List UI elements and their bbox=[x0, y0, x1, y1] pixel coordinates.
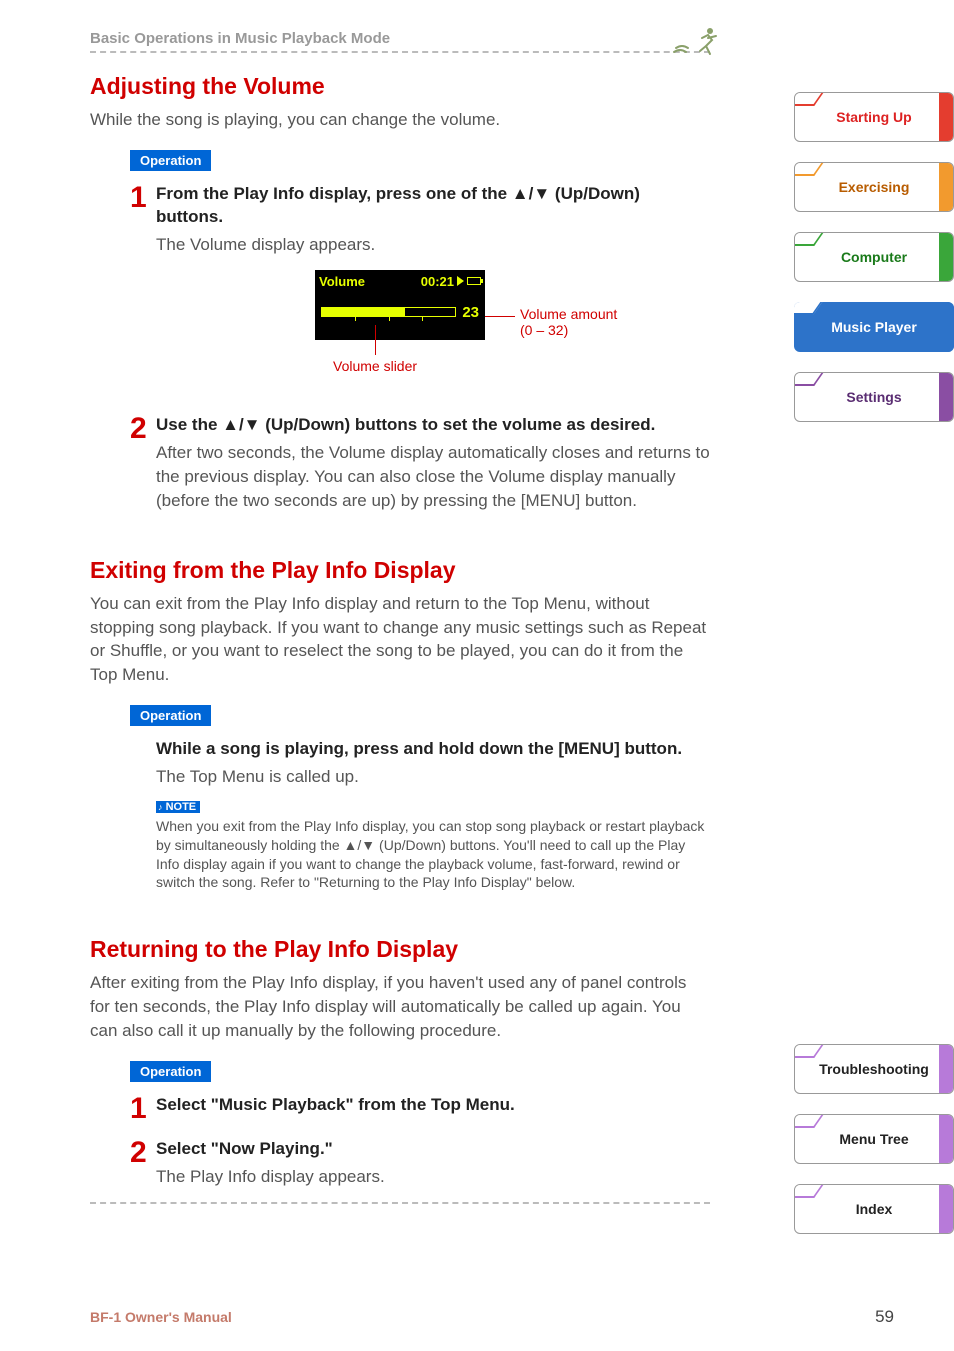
operation-label: Operation bbox=[130, 705, 211, 726]
tab-index[interactable]: Index bbox=[794, 1184, 954, 1234]
note-body: When you exit from the Play Info display… bbox=[156, 817, 710, 893]
step-number: 2 bbox=[130, 414, 156, 512]
step-desc: After two seconds, the Volume display au… bbox=[156, 441, 710, 512]
lcd-title: Volume bbox=[319, 274, 365, 289]
step-desc: The Top Menu is called up. bbox=[156, 765, 710, 789]
breadcrumb: Basic Operations in Music Playback Mode bbox=[90, 30, 710, 47]
step-desc: The Play Info display appears. bbox=[156, 1165, 710, 1189]
note-label: ♪ NOTE bbox=[156, 801, 200, 813]
step-number: 1 bbox=[130, 1094, 156, 1124]
battery-icon bbox=[467, 277, 481, 285]
step-title: From the Play Info display, press one of… bbox=[156, 183, 710, 229]
tab-troubleshooting[interactable]: Troubleshooting bbox=[794, 1044, 954, 1094]
step-title: Select "Now Playing." bbox=[156, 1138, 710, 1161]
annotation-amount: Volume amount bbox=[520, 306, 617, 322]
step-number bbox=[130, 738, 156, 892]
lcd-time: 00:21 bbox=[421, 274, 454, 289]
tab-label: Troubleshooting bbox=[819, 1061, 929, 1077]
tab-label: Index bbox=[856, 1201, 893, 1217]
play-icon bbox=[457, 276, 464, 286]
tab-starting-up[interactable]: Starting Up bbox=[794, 92, 954, 142]
operation-label: Operation bbox=[130, 150, 211, 171]
section-intro-exit: You can exit from the Play Info display … bbox=[90, 592, 710, 687]
section-title-volume: Adjusting the Volume bbox=[90, 73, 710, 100]
section-intro-volume: While the song is playing, you can chang… bbox=[90, 108, 710, 132]
divider bbox=[90, 1202, 710, 1204]
tab-computer[interactable]: Computer bbox=[794, 232, 954, 282]
step-title: While a song is playing, press and hold … bbox=[156, 738, 710, 761]
tab-label: Menu Tree bbox=[839, 1131, 908, 1147]
volume-slider bbox=[321, 307, 456, 317]
step-number: 2 bbox=[130, 1138, 156, 1189]
step-title: Select "Music Playback" from the Top Men… bbox=[156, 1094, 710, 1117]
tab-label: Music Player bbox=[831, 319, 917, 335]
runner-icon bbox=[672, 26, 724, 61]
operation-label: Operation bbox=[130, 1061, 211, 1082]
tab-label: Exercising bbox=[839, 179, 910, 195]
section-title-return: Returning to the Play Info Display bbox=[90, 936, 710, 963]
volume-value: 23 bbox=[462, 304, 479, 321]
step-title: Use the ▲/▼ (Up/Down) buttons to set the… bbox=[156, 414, 710, 437]
annotation-slider: Volume slider bbox=[333, 358, 417, 374]
tab-label: Starting Up bbox=[836, 109, 911, 125]
tab-settings[interactable]: Settings bbox=[794, 372, 954, 422]
section-title-exit: Exiting from the Play Info Display bbox=[90, 557, 710, 584]
step-desc: The Volume display appears. bbox=[156, 233, 710, 257]
tab-label: Settings bbox=[846, 389, 901, 405]
annotation-range: (0 – 32) bbox=[520, 322, 568, 338]
section-intro-return: After exiting from the Play Info display… bbox=[90, 971, 710, 1042]
footer-manual: BF-1 Owner's Manual bbox=[90, 1309, 232, 1325]
page-number: 59 bbox=[875, 1307, 894, 1327]
step-number: 1 bbox=[130, 183, 156, 257]
tab-exercising[interactable]: Exercising bbox=[794, 162, 954, 212]
divider bbox=[90, 51, 710, 53]
tab-music-player[interactable]: Music Player bbox=[794, 302, 954, 352]
volume-display-diagram: Volume 00:21 bbox=[90, 270, 710, 390]
tab-menu-tree[interactable]: Menu Tree bbox=[794, 1114, 954, 1164]
tab-label: Computer bbox=[841, 249, 907, 265]
